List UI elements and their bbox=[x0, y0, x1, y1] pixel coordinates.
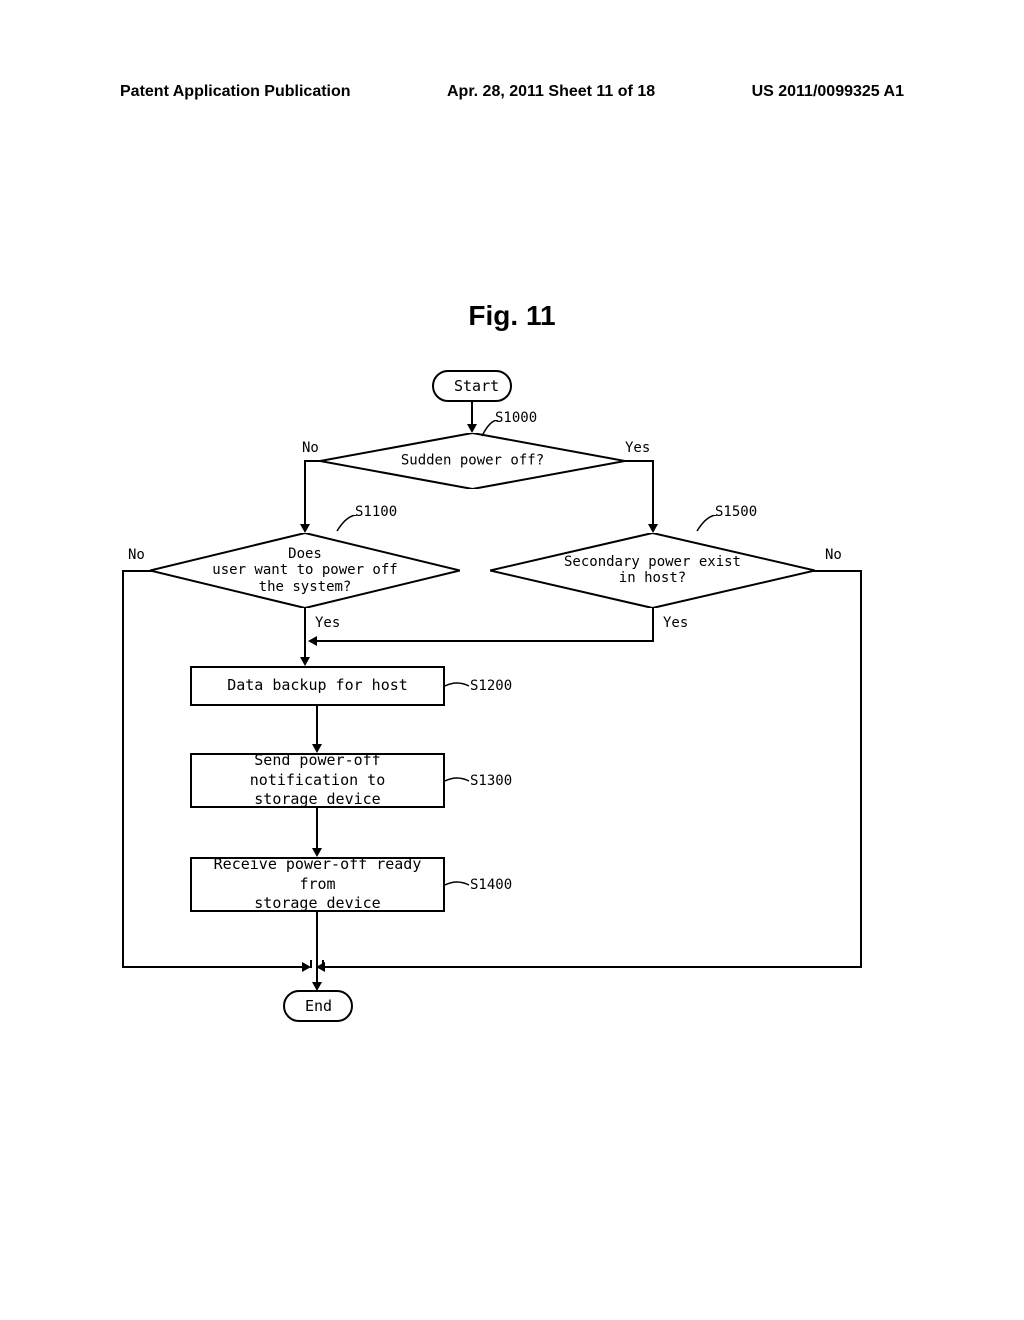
s1300-process: Send power-off notification to storage d… bbox=[190, 753, 445, 808]
header-center: Apr. 28, 2011 Sheet 11 of 18 bbox=[447, 83, 655, 101]
s1400-process: Receive power-off ready from storage dev… bbox=[190, 857, 445, 912]
s1500-label: S1500 bbox=[715, 504, 757, 520]
s1200-label: S1200 bbox=[470, 678, 512, 694]
yes-label-3: Yes bbox=[663, 615, 688, 631]
yes-label-1: Yes bbox=[625, 440, 650, 456]
s1000-label: S1000 bbox=[495, 410, 537, 426]
no-label-2: No bbox=[128, 547, 145, 563]
flowchart: Start S1000 Sudden power off? No Yes S11… bbox=[0, 370, 1024, 1070]
header-left: Patent Application Publication bbox=[120, 83, 351, 101]
figure-title: Fig. 11 bbox=[468, 300, 555, 332]
s1000-decision: Sudden power off? bbox=[320, 433, 625, 489]
no-label-1: No bbox=[302, 440, 319, 456]
s1100-decision: Does user want to power off the system? bbox=[150, 533, 460, 608]
header-right: US 2011/0099325 A1 bbox=[752, 83, 904, 101]
no-label-3: No bbox=[825, 547, 842, 563]
end-node: End bbox=[283, 990, 353, 1022]
start-node: Start bbox=[432, 370, 512, 402]
s1500-decision: Secondary power exist in host? bbox=[490, 533, 815, 608]
s1400-label: S1400 bbox=[470, 877, 512, 893]
s1300-label: S1300 bbox=[470, 773, 512, 789]
yes-label-2: Yes bbox=[315, 615, 340, 631]
page-header: Patent Application Publication Apr. 28, … bbox=[0, 83, 1024, 101]
s1100-label: S1100 bbox=[355, 504, 397, 520]
s1200-process: Data backup for host bbox=[190, 666, 445, 706]
